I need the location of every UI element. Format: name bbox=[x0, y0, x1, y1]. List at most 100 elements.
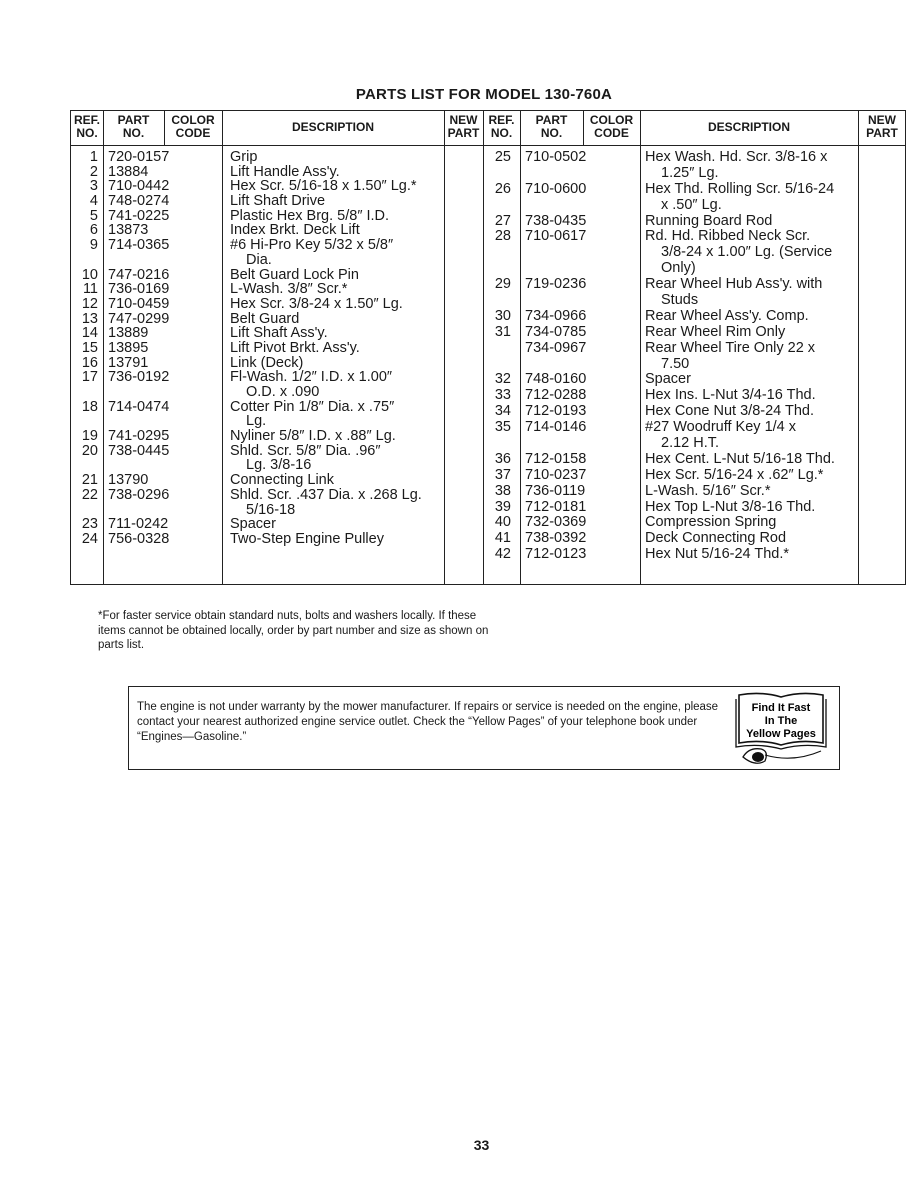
row-line: 37 710-0237 Hex Scr. 5/16-24 x .62″ Lg.* bbox=[483, 467, 907, 483]
description: Link (Deck) bbox=[230, 354, 304, 371]
part-no: 738-0392 bbox=[525, 530, 587, 547]
description: Lift Shaft Drive bbox=[230, 193, 326, 210]
description: Belt Guard bbox=[230, 310, 300, 327]
part-no: 712-0158 bbox=[525, 450, 587, 467]
ref-no: 38 bbox=[494, 482, 511, 499]
row-line: 15 13895 Lift Pivot Brkt. Ass'y. bbox=[71, 339, 483, 356]
ref-no: 27 bbox=[494, 212, 511, 229]
row-line: 2.12 H.T. bbox=[483, 435, 907, 451]
part-no: 712-0181 bbox=[525, 498, 587, 515]
table-row: 23 711-0242 Spacer bbox=[71, 516, 483, 533]
table-row: 35 714-0146 #27 Woodruff Key 1/4 x 2.12 H.T… bbox=[483, 419, 907, 451]
part-no: 13884 bbox=[108, 163, 149, 180]
description: Lg. bbox=[246, 413, 267, 430]
header-color-code: COLOR CODE bbox=[171, 113, 215, 140]
row-line: 2 13884 Lift Handle Ass'y. bbox=[71, 163, 483, 180]
part-no: 747-0216 bbox=[108, 266, 170, 283]
part-no: 748-0160 bbox=[525, 371, 587, 388]
ref-no: 42 bbox=[494, 546, 511, 563]
parts-list-left: 1 720-0157 Grip 2 13884 Lift Handle Ass'y. 3 71… bbox=[71, 149, 483, 547]
row-line: 27 738-0435 Running Board Rod bbox=[483, 213, 907, 229]
description: 1.25″ Lg. bbox=[661, 164, 719, 181]
row-line: 12 710-0459 Hex Scr. 3/8-24 x 1.50″ Lg. bbox=[71, 295, 483, 312]
part-no: 738-0445 bbox=[108, 442, 170, 459]
description: Two-Step Engine Pulley bbox=[230, 530, 384, 547]
description: Hex Nut 5/16-24 Thd.* bbox=[645, 546, 790, 563]
row-line: 1 720-0157 Grip bbox=[71, 149, 483, 165]
table-row: 13 747-0299 Belt Guard bbox=[71, 310, 483, 327]
header-color-code: COLOR CODE bbox=[589, 113, 634, 140]
description: 3/8-24 x 1.00″ Lg. (Service bbox=[661, 244, 833, 261]
table-row: 40 732-0369 Compression Spring bbox=[483, 514, 907, 530]
part-no: 13791 bbox=[108, 354, 149, 371]
parts-table: REF. NO. PART NO. COLOR CODE DESCRIPTION NE… bbox=[70, 110, 906, 585]
row-line: Lg. 3/8-16 bbox=[71, 457, 483, 473]
table-row: 14 13889 Lift Shaft Ass'y. bbox=[71, 325, 483, 342]
row-line: 26 710-0600 Hex Thd. Rolling Scr. 5/16-24 bbox=[483, 181, 907, 197]
description: Only) bbox=[661, 260, 696, 277]
part-no: 710-0459 bbox=[108, 295, 170, 312]
ref-no: 39 bbox=[494, 498, 511, 515]
ref-no: 40 bbox=[494, 514, 511, 531]
table-row: 39 712-0181 Hex Top L-Nut 3/8-16 Thd. bbox=[483, 499, 907, 515]
ref-no: 4 bbox=[89, 193, 98, 210]
description: Belt Guard Lock Pin bbox=[230, 266, 359, 283]
row-line: 1.25″ Lg. bbox=[483, 165, 907, 181]
ref-no: 19 bbox=[81, 428, 98, 445]
description: L-Wash. 5/16″ Scr.* bbox=[645, 482, 771, 499]
ref-no: 2 bbox=[89, 163, 98, 180]
ref-no: 11 bbox=[82, 281, 98, 298]
row-line: 40 732-0369 Compression Spring bbox=[483, 514, 907, 530]
description: Connecting Link bbox=[230, 472, 334, 489]
part-no: 734-0966 bbox=[525, 307, 587, 324]
row-line: Dia. bbox=[71, 252, 483, 268]
table-row: 29 719-0236 Rear Wheel Hub Ass'y. with Stud… bbox=[483, 276, 907, 308]
row-line: 16 13791 Link (Deck) bbox=[71, 354, 483, 371]
ref-no: 25 bbox=[494, 149, 511, 165]
description: Lift Handle Ass'y. bbox=[230, 163, 340, 180]
table-row: 33 712-0288 Hex Ins. L-Nut 3/4-16 Thd. bbox=[483, 387, 907, 403]
ref-no: 14 bbox=[81, 325, 98, 342]
logo-line-1: Find It Fast bbox=[752, 702, 811, 714]
ref-no: 12 bbox=[81, 295, 98, 312]
part-no: 738-0435 bbox=[525, 212, 587, 229]
table-row: 30 734-0966 Rear Wheel Ass'y. Comp. bbox=[483, 308, 907, 324]
row-line: 5 741-0225 Plastic Hex Brg. 5/8″ I.D. bbox=[71, 207, 483, 224]
table-row: 17 736-0192 Fl-Wash. 1/2″ I.D. x 1.00″ O.D.… bbox=[71, 369, 483, 400]
description: Spacer bbox=[230, 516, 276, 533]
description: 5/16-18 bbox=[246, 501, 296, 518]
table-row: 28 710-0617 Rd. Hd. Ribbed Neck Scr. 3/8-24… bbox=[483, 228, 907, 276]
row-line: 22 738-0296 Shld. Scr. .437 Dia. x .268 Lg… bbox=[71, 486, 483, 503]
description: Running Board Rod bbox=[645, 212, 773, 229]
ref-no: 15 bbox=[81, 339, 98, 356]
description: Shld. Scr. .437 Dia. x .268 Lg. bbox=[230, 486, 422, 503]
row-line: 734-0967 Rear Wheel Tire Only 22 x bbox=[483, 340, 907, 356]
ref-no: 26 bbox=[494, 180, 511, 197]
part-no: 712-0193 bbox=[525, 403, 587, 420]
row-line: 18 714-0474 Cotter Pin 1/8″ Dia. x .75″ bbox=[71, 399, 483, 415]
row-line: 29 719-0236 Rear Wheel Hub Ass'y. with bbox=[483, 276, 907, 292]
part-no: 741-0225 bbox=[108, 207, 170, 224]
row-line: 31 734-0785 Rear Wheel Rim Only bbox=[483, 324, 907, 340]
row-line: 38 736-0119 L-Wash. 5/16″ Scr.* bbox=[483, 483, 907, 499]
row-line: 23 711-0242 Spacer bbox=[71, 516, 483, 533]
row-line: 5/16-18 bbox=[71, 501, 483, 518]
part-no: 710-0442 bbox=[108, 178, 170, 195]
row-line: 13 747-0299 Belt Guard bbox=[71, 310, 483, 327]
row-line: 10 747-0216 Belt Guard Lock Pin bbox=[71, 266, 483, 283]
table-row: 15 13895 Lift Pivot Brkt. Ass'y. bbox=[71, 339, 483, 356]
part-no: 710-0502 bbox=[525, 149, 587, 165]
description: Fl-Wash. 1/2″ I.D. x 1.00″ bbox=[230, 369, 393, 386]
table-row: 3 710-0442 Hex Scr. 5/16-18 x 1.50″ Lg.* bbox=[71, 178, 483, 195]
row-line: 3/8-24 x 1.00″ Lg. (Service bbox=[483, 244, 907, 260]
table-row: 31 734-0785 Rear Wheel Rim Only bbox=[483, 324, 907, 340]
description: Hex Cent. L-Nut 5/16-18 Thd. bbox=[645, 450, 835, 467]
table-row: 5 741-0225 Plastic Hex Brg. 5/8″ I.D. bbox=[71, 207, 483, 224]
telephone-icon bbox=[742, 748, 822, 764]
description: x .50″ Lg. bbox=[661, 196, 722, 213]
part-no: 712-0288 bbox=[525, 387, 587, 404]
table-row: 42 712-0123 Hex Nut 5/16-24 Thd.* bbox=[483, 546, 907, 562]
row-line: 11 736-0169 L-Wash. 3/8″ Scr.* bbox=[71, 281, 483, 298]
row-line: 21 13790 Connecting Link bbox=[71, 472, 483, 489]
part-no: 712-0123 bbox=[525, 546, 587, 563]
